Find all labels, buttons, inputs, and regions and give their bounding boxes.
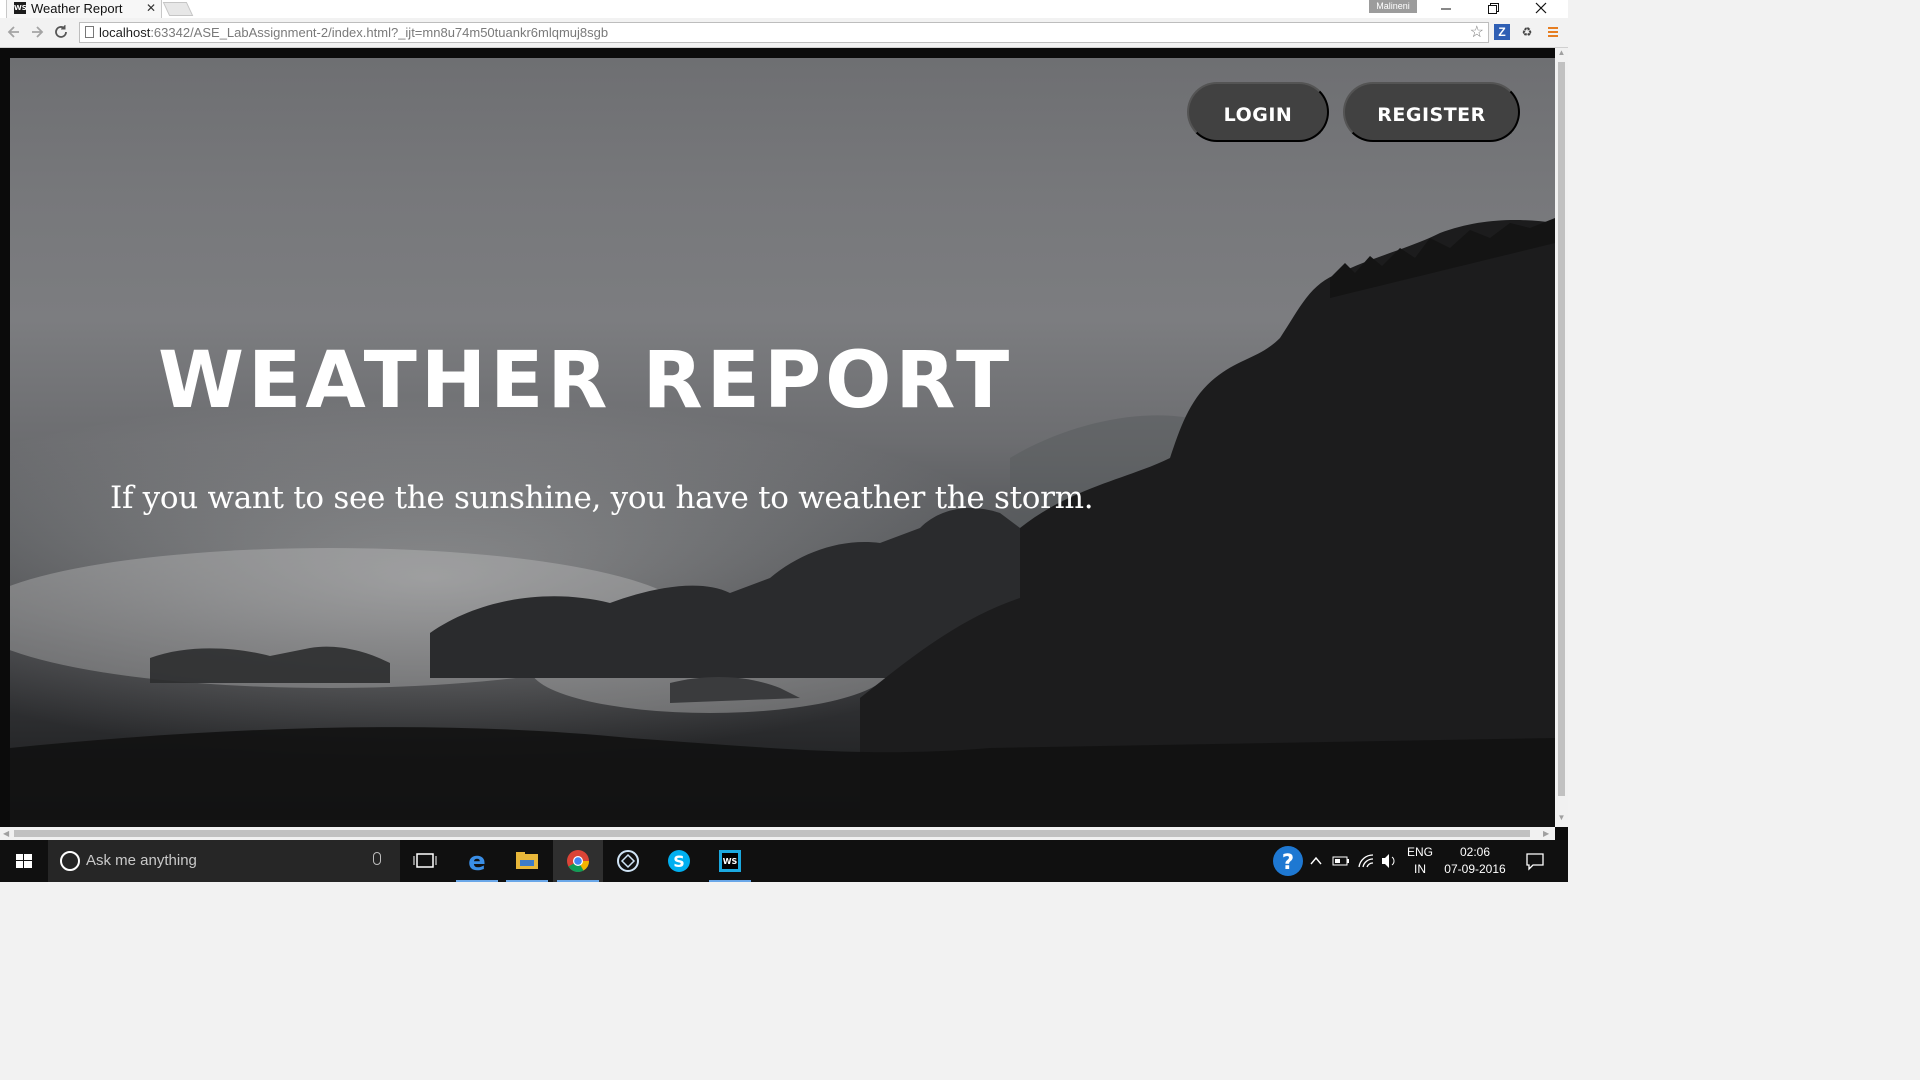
svg-text:WS: WS	[723, 857, 738, 866]
webstorm-favicon-icon: WS	[14, 2, 27, 14]
taskbar-file-explorer[interactable]	[502, 840, 552, 882]
svg-text:S: S	[673, 852, 685, 871]
url-text: localhost:63342/ASE_LabAssignment-2/inde…	[99, 23, 608, 42]
tab-title: Weather Report	[31, 1, 123, 16]
task-view-icon	[413, 853, 437, 868]
hero-tagline: If you want to see the sunshine, you hav…	[110, 480, 1094, 516]
scroll-down-arrow-icon[interactable]: ▼	[1555, 813, 1568, 822]
folder-icon	[516, 852, 538, 869]
clock-time: 02:06	[1459, 845, 1491, 859]
region-code: IN	[1414, 862, 1426, 876]
scroll-up-arrow-icon[interactable]: ▲	[1555, 48, 1568, 57]
vertical-scrollbar[interactable]: ▲ ▼	[1555, 48, 1568, 827]
svg-text:?: ?	[1282, 850, 1294, 874]
url-path: :63342/ASE_LabAssignment-2/index.html?_i…	[150, 25, 609, 40]
edge-running-indicator	[456, 880, 498, 882]
action-center-icon[interactable]	[1523, 840, 1547, 882]
show-hidden-icons-icon[interactable]	[1308, 840, 1324, 882]
volume-icon[interactable]	[1380, 840, 1398, 882]
extension-z-icon[interactable]: Z	[1494, 24, 1510, 40]
address-bar[interactable]: localhost:63342/ASE_LabAssignment-2/inde…	[79, 22, 1489, 43]
storm-coast-background	[10, 218, 1555, 827]
edge-icon: e	[468, 847, 486, 877]
login-button[interactable]: LOGIN	[1187, 82, 1329, 142]
tab-strip: WS Weather Report ✕ Malineni	[0, 0, 1568, 18]
system-clock[interactable]: 02:06 07-09-2016	[1440, 844, 1510, 878]
hero-title: WEATHER REPORT	[158, 336, 1014, 426]
webstorm-running-indicator	[709, 880, 751, 882]
svg-text:e: e	[468, 847, 486, 877]
microphone-icon[interactable]	[373, 852, 381, 865]
vertical-scroll-thumb[interactable]	[1558, 62, 1565, 796]
star-icon[interactable]: ☆	[1470, 23, 1484, 42]
profile-button[interactable]: Malineni	[1369, 0, 1417, 13]
cortana-search-box[interactable]: Ask me anything	[48, 840, 400, 882]
battery-icon[interactable]	[1331, 840, 1351, 882]
horizontal-scroll-thumb[interactable]	[14, 830, 1530, 837]
browser-toolbar: localhost:63342/ASE_LabAssignment-2/inde…	[0, 18, 1568, 48]
taskbar-app-circle[interactable]	[603, 840, 653, 882]
reload-icon[interactable]	[53, 23, 69, 46]
scroll-right-arrow-icon[interactable]: ▶	[1543, 827, 1549, 840]
chrome-icon	[567, 850, 589, 872]
task-view-button[interactable]	[400, 840, 450, 882]
page-viewport: LOGIN REGISTER WEATHER REPORT If you wan…	[0, 48, 1568, 840]
windows-logo-icon	[16, 854, 32, 868]
menu-icon[interactable]	[1545, 24, 1561, 40]
cortana-icon	[60, 851, 80, 871]
page-icon	[85, 26, 94, 38]
tab-close-icon[interactable]: ✕	[146, 0, 156, 17]
scroll-left-arrow-icon[interactable]: ◀	[3, 827, 9, 840]
search-placeholder: Ask me anything	[86, 852, 197, 869]
webstorm-icon: WS	[719, 850, 741, 872]
explorer-running-indicator	[506, 880, 548, 882]
hero-section: LOGIN REGISTER WEATHER REPORT If you wan…	[10, 58, 1555, 827]
skype-icon: S	[668, 850, 690, 872]
clock-date: 07-09-2016	[1444, 862, 1506, 876]
wifi-icon[interactable]	[1356, 840, 1376, 882]
register-button[interactable]: REGISTER	[1343, 82, 1520, 142]
app-circle-icon	[617, 850, 639, 872]
back-icon[interactable]	[7, 23, 21, 46]
language-code: ENG	[1406, 845, 1433, 859]
input-language[interactable]: ENG IN	[1404, 844, 1436, 878]
tab-weather-report[interactable]: WS Weather Report ✕	[6, 0, 162, 18]
chrome-running-indicator	[557, 880, 599, 882]
restore-button[interactable]	[1470, 0, 1516, 17]
taskbar-chrome[interactable]	[553, 840, 603, 882]
url-host: localhost	[99, 25, 151, 40]
close-window-button[interactable]	[1518, 0, 1564, 17]
horizontal-scrollbar[interactable]: ◀ ▶	[0, 827, 1555, 840]
taskbar-webstorm[interactable]: WS	[705, 840, 755, 882]
windows-taskbar: Ask me anything e S WS ? ENG IN 02:06 07…	[0, 840, 1568, 882]
start-button[interactable]	[0, 840, 48, 882]
new-tab-button[interactable]	[162, 2, 194, 16]
taskbar-edge[interactable]: e	[452, 840, 502, 882]
forward-icon[interactable]	[30, 23, 44, 46]
minimize-button[interactable]	[1423, 0, 1469, 17]
extension-recycle-icon[interactable]: ♻	[1519, 24, 1535, 40]
taskbar-skype[interactable]: S	[654, 840, 704, 882]
help-icon[interactable]: ?	[1271, 840, 1305, 882]
